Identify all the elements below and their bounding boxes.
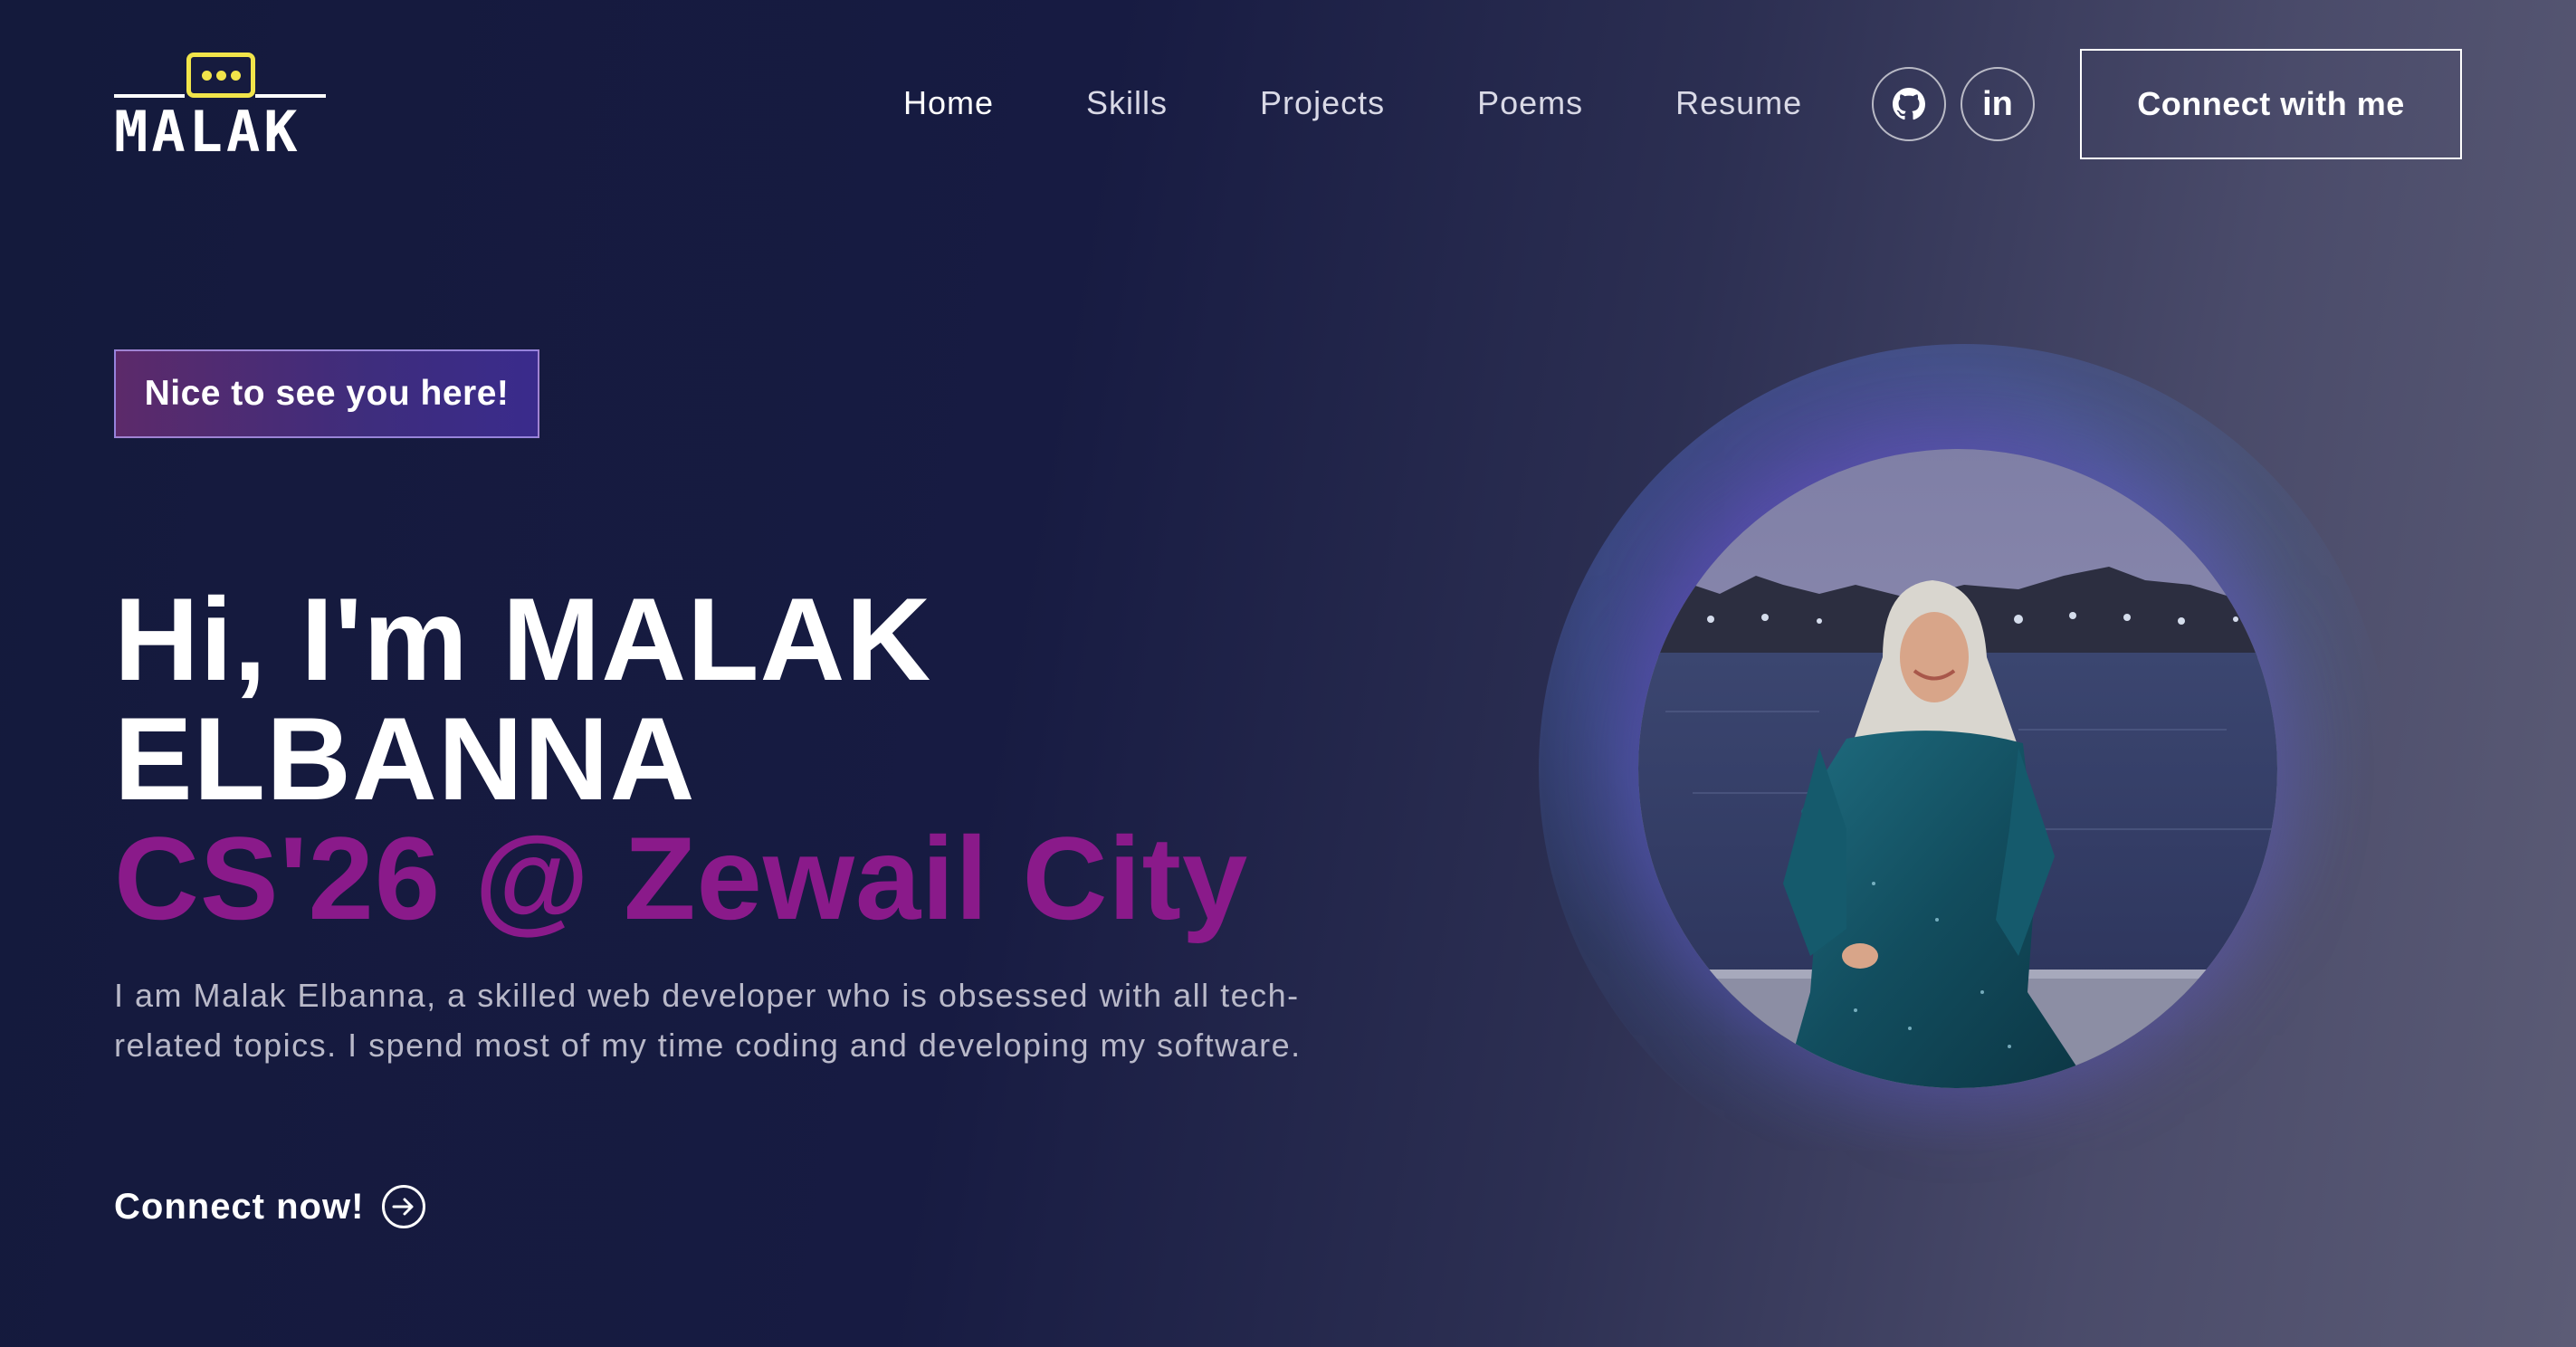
connect-now-label: Connect now! [114,1186,365,1227]
hero-title: Hi, I'm MALAK ELBANNA [114,579,1291,818]
hero-subtitle: CS'26 @ Zewail City [114,812,1249,944]
hero-title-line1: Hi, I'm MALAK [114,573,932,705]
github-button[interactable] [1872,67,1946,141]
nav-item-resume[interactable]: Resume [1675,76,1802,130]
logo-badge-icon [186,53,255,98]
logo[interactable]: MALAK [114,51,331,165]
page: MALAK Home Skills Projects Poems Resume … [0,0,2576,1347]
nav-item-projects[interactable]: Projects [1260,76,1385,130]
nav-item-skills[interactable]: Skills [1086,76,1168,130]
linkedin-button[interactable]: in [1961,67,2035,141]
main-nav: Home Skills Projects Poems Resume [903,76,1894,130]
linkedin-icon: in [1982,85,2013,123]
profile-photo [1638,449,2277,1088]
github-icon [1893,88,1925,120]
connect-with-me-button[interactable]: Connect with me [2080,49,2462,159]
arrow-right-circle-icon [382,1185,426,1228]
hero-title-line2: ELBANNA [114,693,696,825]
nav-item-poems[interactable]: Poems [1477,76,1583,130]
nav-item-home[interactable]: Home [903,76,994,130]
connect-now-link[interactable]: Connect now! [114,1180,426,1233]
logo-text: MALAK [114,99,301,165]
tagline-badge: Nice to see you here! [114,349,539,438]
hero-description: I am Malak Elbanna, a skilled web develo… [114,977,1302,1064]
